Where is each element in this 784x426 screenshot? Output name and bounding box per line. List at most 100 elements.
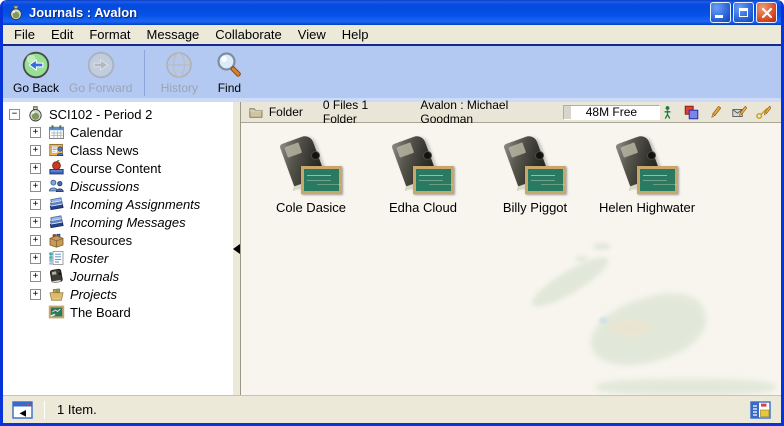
apple-books-icon: [48, 160, 65, 176]
find-magnifier-icon: [214, 50, 244, 80]
tree-root-label: SCI102 - Period 2: [49, 107, 152, 122]
expand-expander[interactable]: +: [30, 235, 41, 246]
menu-collaborate[interactable]: Collaborate: [207, 27, 290, 42]
roster-list-icon: [48, 250, 65, 266]
tree-item-label: Incoming Assignments: [70, 197, 200, 212]
journal-book-icon: [48, 268, 65, 284]
flask-icon: [8, 5, 24, 21]
tree-item-discussions[interactable]: + Discussions: [30, 177, 233, 195]
menu-file[interactable]: File: [6, 27, 43, 42]
tree-item-label: Journals: [70, 269, 119, 284]
journal-chalkboard-icon: [501, 137, 569, 197]
map-watermark: [527, 250, 614, 314]
map-watermark: [609, 319, 651, 337]
minimize-button[interactable]: [710, 2, 731, 23]
tree-item-class-news[interactable]: + Class News: [30, 141, 233, 159]
journal-label: Edha Cloud: [389, 200, 457, 215]
journal-item-helen-highwater[interactable]: Helen Highwater: [591, 137, 703, 215]
books-stack-icon: [48, 214, 65, 230]
books-stack-icon: [48, 196, 65, 212]
journal-item-edha-cloud[interactable]: Edha Cloud: [367, 137, 479, 215]
toolbar-separator: [144, 50, 145, 96]
basket-icon: [48, 286, 65, 302]
expand-expander[interactable]: +: [30, 163, 41, 174]
minimize-icon: [715, 15, 723, 18]
title-bar[interactable]: Journals : Avalon: [3, 0, 781, 25]
go-back-button[interactable]: Go Back: [8, 49, 64, 95]
history-button[interactable]: History: [154, 49, 204, 95]
map-watermark: [599, 317, 608, 324]
app-window: Journals : Avalon File Edit Format Messa…: [0, 0, 784, 426]
expand-expander[interactable]: +: [30, 289, 41, 300]
tree-item-incoming-assignments[interactable]: + Incoming Assignments: [30, 195, 233, 213]
menu-edit[interactable]: Edit: [43, 27, 81, 42]
collapse-left-arrow-icon[interactable]: [233, 244, 240, 254]
tree-item-course-content[interactable]: + Course Content: [30, 159, 233, 177]
expand-expander[interactable]: +: [30, 217, 41, 228]
tree-item-label: Incoming Messages: [70, 215, 186, 230]
find-label: Find: [218, 81, 241, 95]
journal-chalkboard-icon: [389, 137, 457, 197]
content-area: − SCI102 - Period 2 + Calendar + Class N…: [3, 102, 781, 395]
tree-item-incoming-messages[interactable]: + Incoming Messages: [30, 213, 233, 231]
map-watermark: [575, 256, 588, 262]
tree-item-label: Roster: [70, 251, 108, 266]
tree-item-journals[interactable]: + Journals: [30, 267, 233, 285]
tree-item-projects[interactable]: + Projects: [30, 285, 233, 303]
main-panel: Folder 0 Files 1 Folder Avalon : Michael…: [241, 102, 781, 395]
tree-item-label: Calendar: [70, 125, 123, 140]
tree-item-the-board[interactable]: The Board: [30, 303, 233, 321]
tree-item-calendar[interactable]: + Calendar: [30, 123, 233, 141]
tree-item-label: Class News: [70, 143, 139, 158]
mail-pencil-icon[interactable]: [732, 105, 747, 120]
journal-label: Cole Dasice: [276, 200, 346, 215]
key-pencil-icon[interactable]: [756, 105, 771, 120]
expand-expander[interactable]: +: [30, 145, 41, 156]
folder-contents-area[interactable]: Cole Dasice Edha Cloud Billy Piggot Hele…: [241, 123, 781, 395]
infobar-actions: [660, 105, 771, 120]
menu-view[interactable]: View: [290, 27, 334, 42]
journal-items-row: Cole Dasice Edha Cloud Billy Piggot Hele…: [255, 137, 703, 215]
layout-view-icon[interactable]: [750, 401, 772, 419]
windows-layers-icon[interactable]: [684, 105, 699, 120]
tree-root-sci102[interactable]: − SCI102 - Period 2: [9, 105, 233, 123]
tree-item-label: Resources: [70, 233, 132, 248]
panel-toggle-icon[interactable]: [12, 401, 34, 419]
tree-item-resources[interactable]: + Resources: [30, 231, 233, 249]
close-icon: [761, 7, 773, 19]
pencil-icon[interactable]: [708, 105, 723, 120]
menu-message[interactable]: Message: [139, 27, 208, 42]
go-forward-label: Go Forward: [69, 81, 132, 95]
expand-expander[interactable]: +: [30, 271, 41, 282]
history-globe-icon: [164, 50, 194, 80]
toolbar: Go Back Go Forward History: [3, 46, 781, 102]
expand-expander[interactable]: +: [30, 181, 41, 192]
find-button[interactable]: Find: [204, 49, 254, 95]
menu-help[interactable]: Help: [334, 27, 377, 42]
course-tree: − SCI102 - Period 2 + Calendar + Class N…: [3, 102, 233, 395]
expand-expander[interactable]: +: [30, 127, 41, 138]
journal-item-billy-piggot[interactable]: Billy Piggot: [479, 137, 591, 215]
panel-splitter[interactable]: [233, 102, 241, 395]
tree-item-label: Projects: [70, 287, 117, 302]
journal-label: Billy Piggot: [503, 200, 567, 215]
tree-item-label: The Board: [70, 305, 131, 320]
expand-expander[interactable]: +: [30, 199, 41, 210]
menu-format[interactable]: Format: [81, 27, 138, 42]
tree-item-roster[interactable]: + Roster: [30, 249, 233, 267]
collapse-expander[interactable]: −: [9, 109, 20, 120]
chalkboard-icon: [48, 304, 65, 320]
close-button[interactable]: [756, 2, 777, 23]
user-icon[interactable]: [660, 105, 675, 120]
expand-expander[interactable]: +: [30, 253, 41, 264]
maximize-button[interactable]: [733, 2, 754, 23]
folder-type-label: Folder: [269, 105, 303, 119]
journal-item-cole-dasice[interactable]: Cole Dasice: [255, 137, 367, 215]
folder-info-bar: Folder 0 Files 1 Folder Avalon : Michael…: [241, 102, 781, 123]
go-forward-button[interactable]: Go Forward: [64, 49, 137, 95]
go-back-label: Go Back: [13, 81, 59, 95]
window-title: Journals : Avalon: [29, 5, 708, 20]
box-icon: [48, 232, 65, 248]
map-watermark: [593, 243, 611, 250]
server-user-label: Avalon : Michael Goodman: [420, 98, 544, 126]
